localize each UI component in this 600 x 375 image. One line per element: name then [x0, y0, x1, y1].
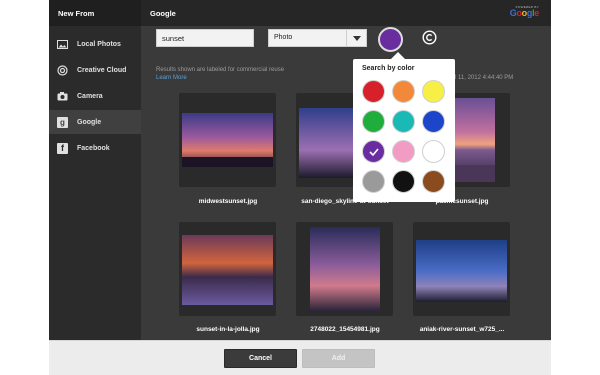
- sunset-photo: [310, 227, 380, 311]
- color-swatch[interactable]: [392, 140, 415, 163]
- page-title: Google: [150, 9, 176, 18]
- color-popover: Search by color: [353, 59, 455, 202]
- cancel-button[interactable]: Cancel: [224, 349, 297, 368]
- sunset-photo: [416, 240, 507, 302]
- color-swatch[interactable]: [392, 170, 415, 193]
- camera-icon: [57, 91, 68, 102]
- image-thumbnail[interactable]: [413, 222, 510, 316]
- thumbnail-filename: midwestsunset.jpg: [198, 198, 258, 205]
- image-thumbnail[interactable]: [296, 222, 393, 316]
- chevron-down-icon: [346, 29, 366, 47]
- thumbnail-filename: 2748022_15454981.jpg: [310, 326, 380, 333]
- add-button[interactable]: Add: [302, 349, 375, 368]
- sidebar-item-label: Camera: [77, 92, 103, 100]
- sidebar-item-local-photos[interactable]: Local Photos: [49, 32, 141, 56]
- color-swatch[interactable]: [422, 140, 445, 163]
- image-thumbnail[interactable]: [179, 222, 276, 316]
- sidebar-item-creative-cloud[interactable]: Creative Cloud: [49, 58, 141, 82]
- color-swatch[interactable]: [362, 140, 385, 163]
- facebook-icon: f: [57, 142, 68, 154]
- google-brand: Google: [509, 8, 540, 18]
- color-swatch[interactable]: [362, 80, 385, 103]
- image-type-value: Photo: [274, 34, 293, 41]
- search-input[interactable]: sunset: [156, 29, 254, 47]
- color-swatch[interactable]: [392, 80, 415, 103]
- color-swatch[interactable]: [422, 110, 445, 133]
- sidebar-item-label: Creative Cloud: [77, 66, 127, 74]
- sidebar-item-label: Google: [77, 118, 102, 126]
- main-panel: Google POWERED BY Google sunset Photo Re…: [141, 0, 551, 340]
- color-swatch[interactable]: [422, 80, 445, 103]
- creative-cloud-icon: [57, 64, 68, 76]
- results-notice: Results shown are labeled for commercial…: [156, 66, 284, 82]
- sidebar-item-camera[interactable]: Camera: [49, 84, 141, 108]
- copyright-filter-icon[interactable]: [422, 30, 437, 45]
- color-swatch[interactable]: [362, 110, 385, 133]
- dialog-footer: Cancel Add: [49, 340, 551, 375]
- sidebar-title: New From: [49, 0, 141, 26]
- sidebar-item-label: Facebook: [77, 144, 110, 152]
- learn-more-link[interactable]: Learn More: [156, 74, 284, 82]
- sunset-photo: [182, 235, 273, 305]
- new-from-dialog: New From Local Photos Creative Cloud Cam…: [49, 0, 551, 375]
- results-notice-text: Results shown are labeled for commercial…: [156, 67, 285, 73]
- color-popover-title: Search by color: [362, 65, 415, 72]
- color-swatch[interactable]: [392, 110, 415, 133]
- main-header: Google POWERED BY Google: [141, 0, 551, 26]
- google-icon: g: [57, 116, 68, 128]
- image-icon: [57, 39, 68, 50]
- sidebar-item-label: Local Photos: [77, 40, 121, 48]
- powered-by-google-logo: POWERED BY Google: [509, 5, 540, 18]
- checkmark-icon: [368, 143, 379, 161]
- sidebar-item-facebook[interactable]: f Facebook: [49, 136, 141, 160]
- sunset-photo: [182, 113, 273, 167]
- thumbnail-filename: aniak-river-sunset_w725_...: [419, 326, 505, 333]
- color-swatch[interactable]: [422, 170, 445, 193]
- sidebar-item-google[interactable]: g Google: [49, 110, 141, 134]
- image-type-select[interactable]: Photo: [268, 29, 367, 47]
- popover-caret: [391, 52, 405, 59]
- source-sidebar: New From Local Photos Creative Cloud Cam…: [49, 0, 141, 340]
- thumbnail-filename: sunset-in-la-jolla.jpg: [196, 326, 260, 333]
- color-swatch[interactable]: [362, 170, 385, 193]
- image-thumbnail[interactable]: [179, 93, 276, 187]
- color-filter-button[interactable]: [378, 27, 403, 52]
